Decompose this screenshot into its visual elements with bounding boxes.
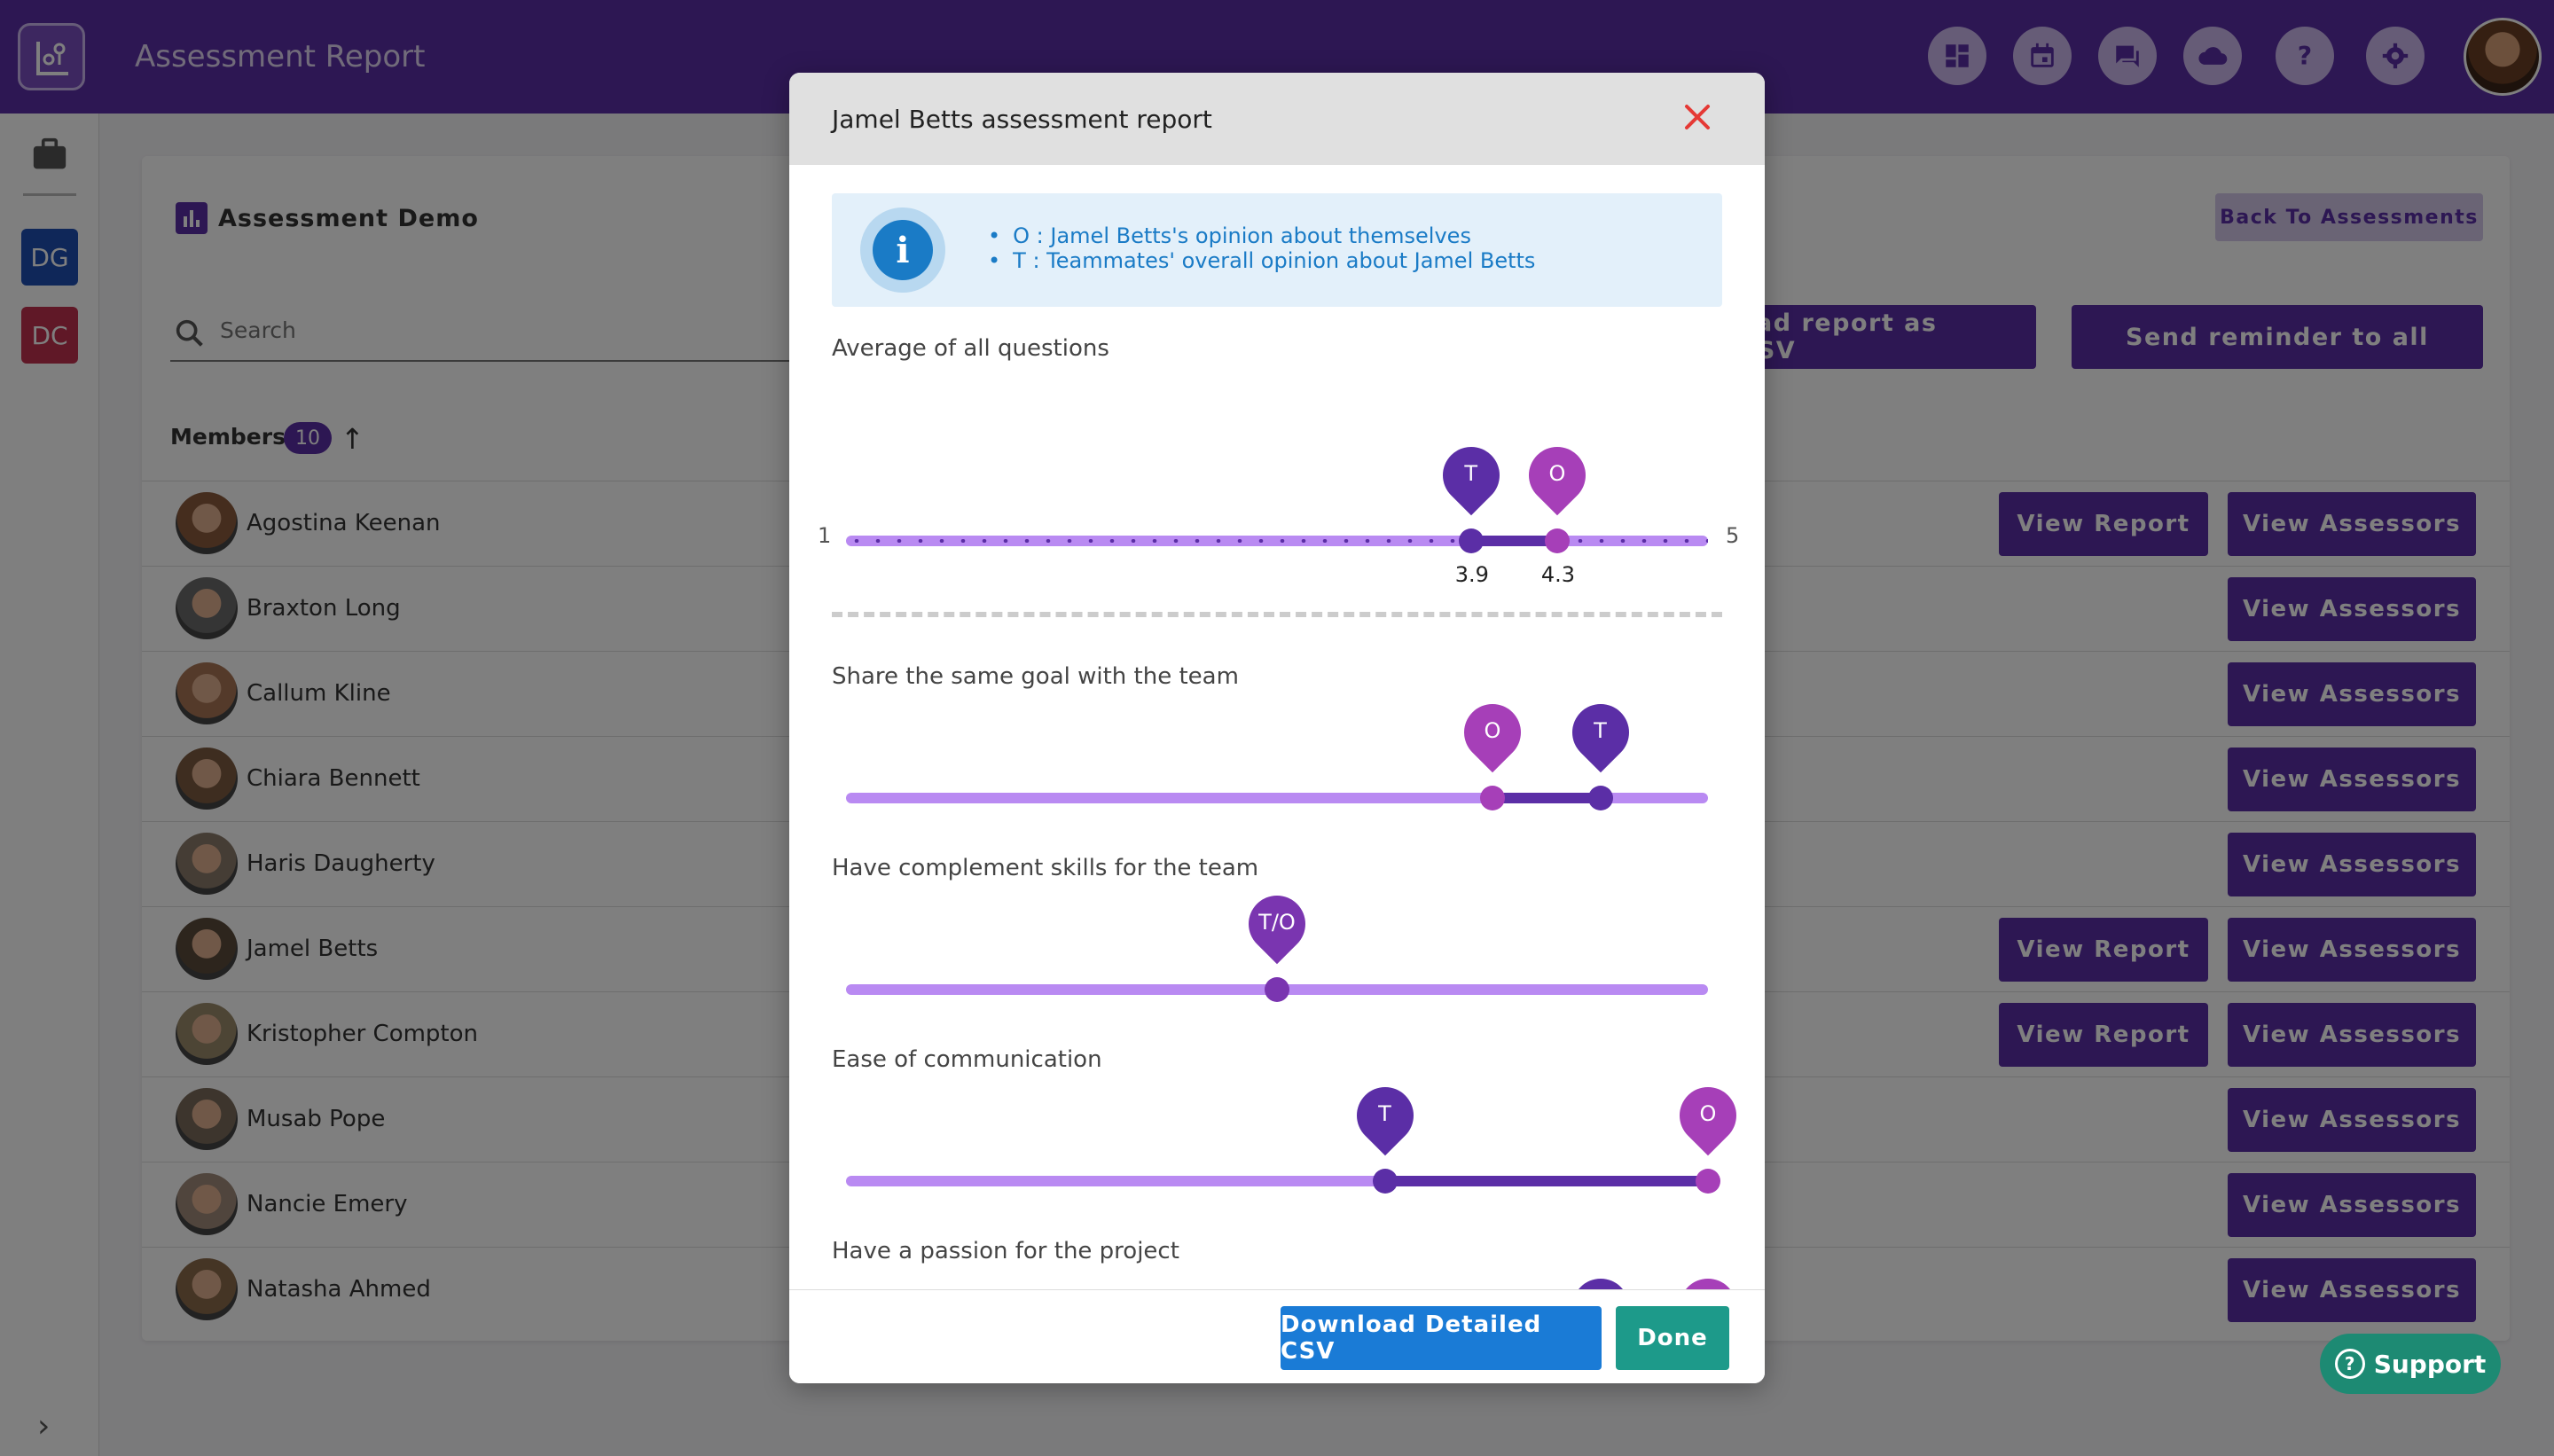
legend-item-teammates: T : Teammates' overall opinion about Jam… — [988, 248, 1535, 273]
pin-label: T — [1594, 718, 1607, 743]
teammates-dot — [1458, 528, 1484, 553]
modal-header: Jamel Betts assessment report — [789, 73, 1765, 165]
average-label: Average of all questions — [832, 335, 1109, 362]
combined-pin: T/O — [1236, 883, 1318, 965]
self-pin: O — [1667, 1075, 1749, 1156]
self-dot — [1480, 786, 1505, 810]
question-label: Share the same goal with the team — [832, 663, 1239, 690]
self-pin: O — [1452, 692, 1533, 773]
pin-label: O — [1699, 1101, 1717, 1126]
pin-label: O — [1548, 461, 1566, 486]
scale-max-label: 5 — [1726, 523, 1740, 548]
question-label: Ease of communication — [832, 1046, 1102, 1073]
pin-label: T — [1378, 1101, 1391, 1126]
question-label: Have complement skills for the team — [832, 855, 1259, 881]
legend-info-box: i O : Jamel Betts's opinion about themse… — [832, 193, 1722, 307]
pin-label: O — [1484, 718, 1501, 743]
scale-dot-pattern — [846, 539, 1708, 543]
done-button[interactable]: Done — [1616, 1306, 1729, 1370]
legend-list: O : Jamel Betts's opinion about themselv… — [988, 223, 1535, 273]
teammates-pin: T — [1560, 692, 1641, 773]
teammates-dot — [1587, 786, 1613, 810]
slider-range-segment — [1384, 1176, 1708, 1186]
legend-item-self: O : Jamel Betts's opinion about themselv… — [988, 223, 1535, 248]
scale-min-label: 1 — [818, 523, 832, 548]
question-label: Have a passion for the project — [832, 1238, 1179, 1264]
self-dot — [1696, 1169, 1720, 1194]
download-detailed-csv-button[interactable]: Download Detailed CSV — [1281, 1306, 1602, 1370]
slider-range-segment — [1492, 793, 1601, 803]
self-pin: O — [1516, 434, 1598, 516]
combined-dot — [1265, 977, 1289, 1002]
info-icon: i — [873, 220, 933, 280]
teammates-value-label: 3.9 — [1454, 562, 1489, 587]
pin-label: T/O — [1258, 910, 1296, 935]
modal-title: Jamel Betts assessment report — [832, 105, 1212, 134]
close-icon[interactable] — [1676, 96, 1719, 138]
teammates-pin: T — [1430, 434, 1511, 516]
info-icon-halo: i — [860, 207, 945, 293]
self-value-label: 4.3 — [1540, 562, 1576, 587]
modal-body[interactable]: i O : Jamel Betts's opinion about themse… — [789, 165, 1765, 1364]
help-circle-icon: ? — [2334, 1349, 2365, 1379]
support-label: Support — [2373, 1349, 2487, 1379]
pin-label: T — [1464, 461, 1478, 486]
self-dot — [1544, 528, 1570, 553]
assessment-report-modal: Jamel Betts assessment report i O : Jame… — [789, 73, 1765, 1383]
dashed-separator — [832, 612, 1722, 617]
modal-footer: Download Detailed CSV Done — [789, 1289, 1765, 1383]
teammates-pin: T — [1344, 1075, 1425, 1156]
support-button[interactable]: ? Support — [2320, 1334, 2501, 1394]
teammates-dot — [1372, 1169, 1398, 1194]
